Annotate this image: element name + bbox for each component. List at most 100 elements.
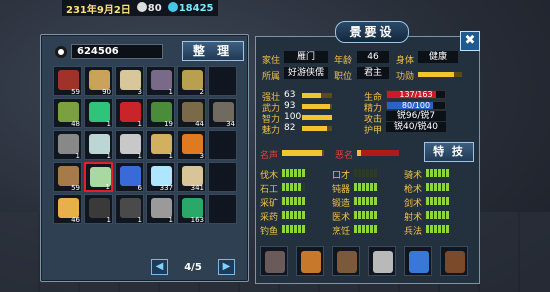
pager: ◀ 4/5 ▶ xyxy=(151,259,235,275)
inventory-slot[interactable]: 34 xyxy=(208,98,237,128)
inventory-slot[interactable]: 48 xyxy=(53,98,82,128)
money-value: 624506 xyxy=(71,44,163,59)
skill-pip xyxy=(366,169,369,177)
inventory-slot[interactable]: 341 xyxy=(177,162,206,192)
item-count: 1 xyxy=(168,88,173,96)
inventory-slot[interactable]: 1 xyxy=(146,66,175,96)
stat-bar xyxy=(302,126,332,131)
inventory-slot[interactable]: 3 xyxy=(177,130,206,160)
coin-value: 18425 xyxy=(178,3,214,14)
inventory-slot[interactable] xyxy=(208,162,237,192)
skill-pip xyxy=(298,211,301,219)
skill-label: 兵法 xyxy=(404,227,423,237)
skill-level xyxy=(282,197,305,205)
skill-pip xyxy=(358,197,361,205)
inventory-slot[interactable]: 44 xyxy=(177,98,206,128)
inventory-slot[interactable]: 1 xyxy=(84,130,113,160)
crystal-icon xyxy=(151,166,172,186)
skill-pip xyxy=(302,225,305,233)
skill-level xyxy=(354,197,377,205)
equipment-slot[interactable] xyxy=(440,246,468,276)
skill-pip xyxy=(442,211,445,219)
inventory-slot[interactable]: 1 xyxy=(53,130,82,160)
skill-pip xyxy=(282,225,285,233)
inventory-slot[interactable]: 1 xyxy=(146,194,175,224)
stat-value: 82 xyxy=(284,123,296,133)
skill-pip xyxy=(434,197,437,205)
close-icon[interactable]: ✖ xyxy=(460,31,480,51)
skill-label: 医术 xyxy=(332,213,351,223)
stat-value: 93 xyxy=(284,101,296,111)
skill-label: 石工 xyxy=(260,185,279,195)
skill-label: 伐木 xyxy=(260,171,279,181)
equipment-slot[interactable] xyxy=(332,246,360,276)
skill-pip xyxy=(302,211,305,219)
skill-level xyxy=(354,211,377,219)
skill-label: 骑术 xyxy=(404,171,423,181)
inventory-slot[interactable]: 1 xyxy=(84,162,113,192)
equipment-slot[interactable] xyxy=(296,246,324,276)
inventory-slot[interactable]: 19 xyxy=(146,98,175,128)
coin-icon xyxy=(167,2,178,12)
inventory-slot[interactable] xyxy=(208,66,237,96)
skill-pip xyxy=(430,169,433,177)
scroll-icon xyxy=(89,70,110,90)
stat-bar xyxy=(302,104,332,109)
sort-button[interactable]: 整 理 xyxy=(182,41,244,61)
silver-ring-icon xyxy=(120,134,141,154)
item-count: 1 xyxy=(106,120,111,128)
left-arrow-icon[interactable]: ◀ xyxy=(151,259,168,275)
inventory-slot[interactable]: 46 xyxy=(53,194,82,224)
inventory-slot[interactable]: 337 xyxy=(146,162,175,192)
inventory-slot[interactable]: 1 xyxy=(115,98,144,128)
right-arrow-icon[interactable]: ▶ xyxy=(218,259,235,275)
inventory-slot[interactable]: 2 xyxy=(177,66,206,96)
equipment-slot[interactable] xyxy=(404,246,432,276)
inventory-slot[interactable]: 6 xyxy=(115,162,144,192)
box-icon xyxy=(182,102,203,122)
inventory-slot[interactable]: 1 xyxy=(84,98,113,128)
inventory-slot[interactable] xyxy=(208,130,237,160)
equipment-slot[interactable] xyxy=(368,246,396,276)
skill-label: 烹饪 xyxy=(332,227,351,237)
skill-pip xyxy=(426,169,429,177)
inventory-slot[interactable]: 90 xyxy=(84,66,113,96)
inventory-slot[interactable]: 3 xyxy=(115,66,144,96)
item-count: 1 xyxy=(137,216,142,224)
skill-pip xyxy=(446,225,449,233)
book-icon xyxy=(151,134,172,154)
equipment-slot[interactable] xyxy=(260,246,288,276)
inventory-slot[interactable]: 1 xyxy=(146,130,175,160)
inventory-slot[interactable]: 59 xyxy=(53,66,82,96)
skill-pip xyxy=(442,169,445,177)
age-label: 年龄 xyxy=(334,56,353,66)
skill-pip xyxy=(362,169,365,177)
item-count: 44 xyxy=(195,120,204,128)
home-value: 雁门 xyxy=(284,51,328,63)
skill-level xyxy=(282,211,305,219)
inventory-slot[interactable]: 59 xyxy=(53,162,82,192)
skill-pip xyxy=(354,183,357,191)
skill-pip xyxy=(294,211,297,219)
inventory-slot[interactable]: 1 xyxy=(115,194,144,224)
jade-ring-icon xyxy=(89,134,110,154)
attack-value: 锐96/锐7 xyxy=(386,111,446,121)
stat-value: 100 xyxy=(284,112,302,122)
item-count: 1 xyxy=(75,152,80,160)
inventory-slot[interactable]: 1 xyxy=(84,194,113,224)
skill-pip xyxy=(290,211,293,219)
inventory-slot[interactable] xyxy=(208,194,237,224)
skill-level xyxy=(426,225,449,233)
skill-pip xyxy=(366,211,369,219)
skill-pip xyxy=(286,197,289,205)
fame-label: 名声 xyxy=(260,151,279,161)
inventory-slot[interactable]: 163 xyxy=(177,194,206,224)
bottle-icon xyxy=(182,166,203,186)
special-skill-button[interactable]: 特 技 xyxy=(424,142,474,162)
inventory-slot[interactable]: 1 xyxy=(115,130,144,160)
skill-pip xyxy=(302,169,305,177)
skill-pip xyxy=(438,197,441,205)
inventory-panel: 624506 整 理 59 90 3 1 2 48 1 1 19 44 34 1 1 1 1 3 59 1 6 337… xyxy=(40,34,249,282)
item-count: 1 xyxy=(137,152,142,160)
item-count: 341 xyxy=(190,184,204,192)
